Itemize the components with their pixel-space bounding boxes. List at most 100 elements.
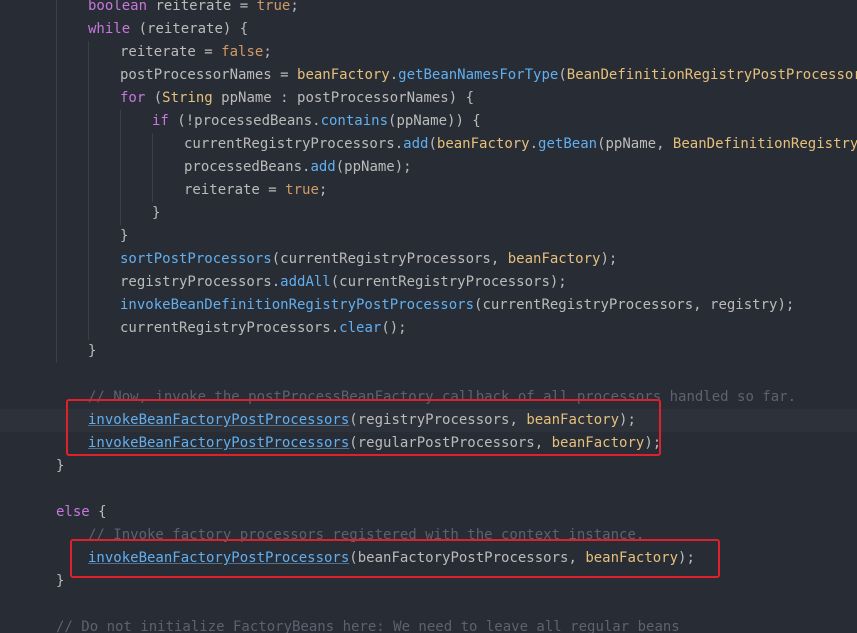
code-line[interactable]: currentRegistryProcessors.clear();	[0, 317, 857, 340]
code-token: (reiterate) {	[130, 21, 249, 37]
code-token: (ppName,	[597, 136, 673, 152]
code-editor[interactable]: boolean reiterate = true; while (reiterat…	[0, 0, 857, 633]
code-token: reiterate =	[120, 44, 222, 60]
method-token: clear	[339, 320, 382, 336]
code-token: (	[558, 67, 567, 83]
code-token: currentRegistryProcessors.	[120, 320, 340, 336]
code-line-content: if (!processedBeans.contains(ppName)) {	[152, 110, 481, 133]
code-token: reiterate =	[147, 0, 257, 14]
code-line[interactable]: registryProcessors.addAll(currentRegistr…	[0, 271, 857, 294]
code-line-content: for (String ppName : postProcessorNames)…	[120, 87, 474, 110]
method-token: invokeBeanDefinitionRegistryPostProcesso…	[120, 297, 475, 313]
code-token: postProcessorNames =	[120, 67, 298, 83]
code-token: (ppName)) {	[388, 113, 481, 129]
code-token: .	[389, 67, 399, 83]
code-token: (currentRegistryProcessors);	[330, 274, 567, 290]
comment-token: // Do not initialize FactoryBeans here: …	[56, 619, 680, 633]
keyword-token: else	[56, 504, 90, 520]
code-line-content: reiterate = true;	[184, 179, 327, 202]
code-token: (currentRegistryProcessors, registry);	[474, 297, 795, 313]
code-token: .	[529, 136, 539, 152]
keyword-token: if	[152, 113, 169, 129]
code-token: }	[88, 343, 97, 359]
method-token: getBean	[538, 136, 598, 152]
code-line-content: }	[56, 570, 64, 593]
code-line-content: invokeBeanDefinitionRegistryPostProcesso…	[120, 294, 794, 317]
type-token: beanFactory	[507, 251, 601, 267]
code-line[interactable]: boolean reiterate = true;	[0, 0, 857, 18]
code-line[interactable]: reiterate = true;	[0, 179, 857, 202]
code-line-content: reiterate = false;	[120, 41, 272, 64]
code-line-content: }	[88, 340, 96, 363]
type-token: beanFactory	[297, 67, 390, 83]
code-token: reiterate =	[184, 182, 286, 198]
code-line-content: else {	[56, 501, 107, 524]
code-line[interactable]: reiterate = false;	[0, 41, 857, 64]
code-token: }	[56, 573, 65, 589]
method-token: addAll	[280, 274, 331, 290]
code-token: currentRegistryProcessors.	[184, 136, 404, 152]
method-token: add	[403, 136, 429, 152]
method-token: getBeanNamesForType	[398, 67, 559, 83]
code-line[interactable]: if (!processedBeans.contains(ppName)) {	[0, 110, 857, 133]
code-token: ;	[318, 182, 328, 198]
code-line[interactable]	[0, 478, 857, 501]
code-token: (currentRegistryProcessors,	[271, 251, 508, 267]
code-line-content: }	[56, 455, 64, 478]
code-token: }	[120, 228, 129, 244]
code-token: ;	[263, 44, 272, 60]
code-line[interactable]: processedBeans.add(ppName);	[0, 156, 857, 179]
code-line[interactable]: // Do not initialize FactoryBeans here: …	[0, 616, 857, 633]
type-token: BeanDefinitionRegistryPostProcessor	[672, 136, 857, 152]
code-token: (	[145, 90, 163, 106]
code-line-content: registryProcessors.addAll(currentRegistr…	[120, 271, 567, 294]
code-line[interactable]: sortPostProcessors(currentRegistryProces…	[0, 248, 857, 271]
literal-token: true	[285, 182, 319, 198]
code-token: );	[600, 251, 618, 267]
code-line[interactable]: currentRegistryProcessors.add(beanFactor…	[0, 133, 857, 156]
keyword-token: for	[120, 90, 146, 106]
code-line[interactable]: for (String ppName : postProcessorNames)…	[0, 87, 857, 110]
code-token: (	[428, 136, 437, 152]
code-line-content: }	[152, 202, 160, 225]
type-token: String	[162, 90, 213, 106]
code-line-content: sortPostProcessors(currentRegistryProces…	[120, 248, 617, 271]
type-token: BeanDefinitionRegistryPostProcessor	[566, 67, 857, 83]
code-token: (ppName);	[335, 159, 412, 175]
code-line[interactable]: else {	[0, 501, 857, 524]
code-line[interactable]: postProcessorNames = beanFactory.getBean…	[0, 64, 857, 87]
code-token: (!processedBeans.	[168, 113, 321, 129]
code-token: }	[152, 205, 161, 221]
code-line-content: boolean reiterate = true;	[88, 0, 299, 18]
code-line[interactable]	[0, 593, 857, 616]
method-token: sortPostProcessors	[120, 251, 272, 267]
annotation-highlight-box	[66, 399, 661, 456]
code-line[interactable]: }	[0, 202, 857, 225]
code-line[interactable]: }	[0, 340, 857, 363]
literal-token: true	[256, 0, 291, 14]
code-line-content: while (reiterate) {	[88, 18, 248, 41]
code-token: ;	[290, 0, 299, 14]
literal-token: false	[221, 44, 264, 60]
type-token: beanFactory	[436, 136, 530, 152]
code-token: }	[56, 458, 65, 474]
code-token: ();	[381, 320, 407, 336]
code-line[interactable]: }	[0, 455, 857, 478]
code-line-content: }	[120, 225, 128, 248]
code-line-content: processedBeans.add(ppName);	[184, 156, 412, 179]
code-line[interactable]: while (reiterate) {	[0, 18, 857, 41]
code-token: {	[89, 504, 107, 520]
code-token: processedBeans.	[184, 159, 311, 175]
code-line[interactable]	[0, 363, 857, 386]
keyword-token: boolean	[88, 0, 148, 14]
code-token: ppName : postProcessorNames) {	[212, 90, 475, 106]
code-line-content: currentRegistryProcessors.clear();	[120, 317, 407, 340]
method-token: contains	[320, 113, 389, 129]
code-line[interactable]: }	[0, 225, 857, 248]
code-line-content: currentRegistryProcessors.add(beanFactor…	[184, 133, 857, 156]
code-token: registryProcessors.	[120, 274, 281, 290]
keyword-token: while	[88, 21, 131, 37]
code-line-content: // Do not initialize FactoryBeans here: …	[56, 616, 680, 633]
code-line[interactable]: invokeBeanDefinitionRegistryPostProcesso…	[0, 294, 857, 317]
code-line-content: postProcessorNames = beanFactory.getBean…	[120, 64, 857, 87]
